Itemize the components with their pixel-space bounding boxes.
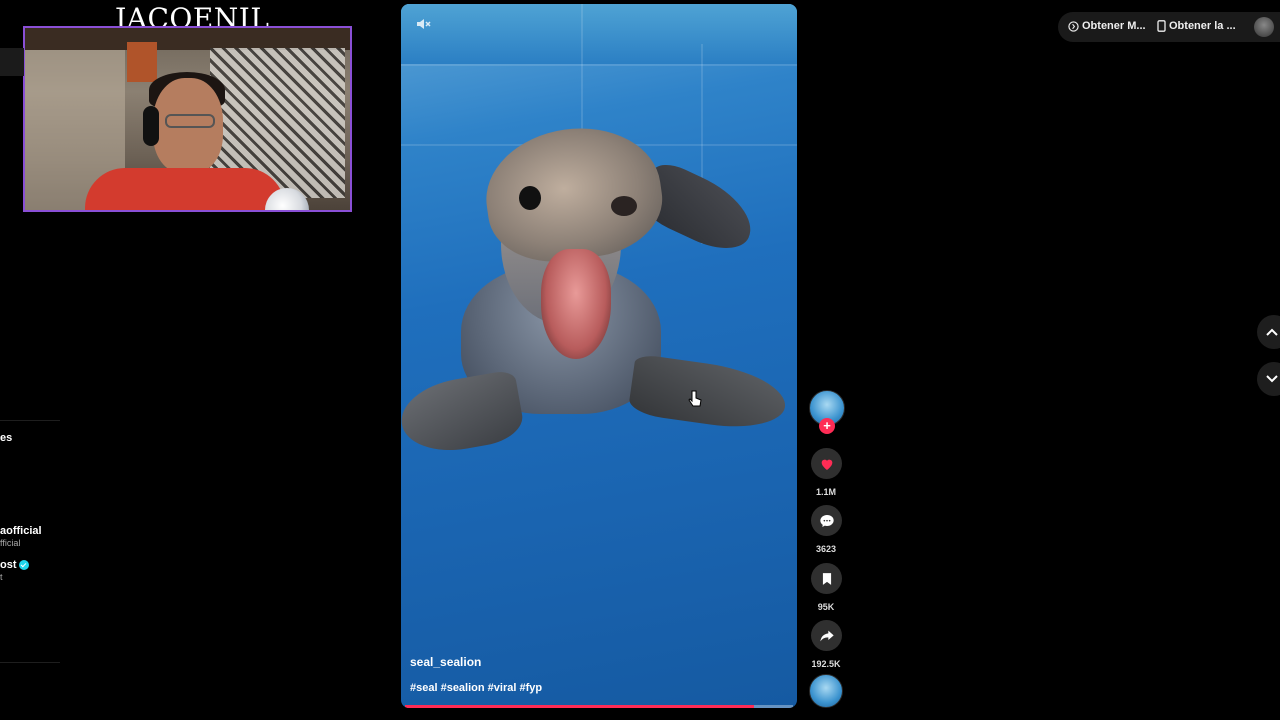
video-progress-bar[interactable] xyxy=(405,705,793,708)
sidebar-partial-item[interactable] xyxy=(0,48,24,76)
share-count: 192.5K xyxy=(811,659,841,669)
video-player[interactable]: seal_sealion #seal #sealion #viral #fyp xyxy=(401,4,797,708)
phone-icon xyxy=(1157,20,1166,32)
verified-icon xyxy=(18,560,29,571)
sidebar-account-handle: fficial xyxy=(0,538,21,548)
sidebar-account-label: ost xyxy=(0,559,17,571)
sidebar-account-name[interactable]: aofficial xyxy=(0,525,42,537)
get-coins-link[interactable]: Obtener M... xyxy=(1068,20,1146,32)
follow-plus-icon[interactable]: + xyxy=(819,418,835,434)
coin-icon xyxy=(1068,20,1079,32)
save-count: 95K xyxy=(817,602,835,612)
sidebar-divider xyxy=(0,420,60,421)
sidebar-account-handle: t xyxy=(0,572,3,582)
comment-icon xyxy=(819,514,834,527)
like-count: 1.1M xyxy=(815,487,836,497)
mouse-cursor-icon xyxy=(688,390,702,407)
next-video-button[interactable] xyxy=(1257,362,1280,396)
get-coins-label: Obtener M... xyxy=(1082,20,1146,32)
video-hashtags[interactable]: #seal #sealion #viral #fyp xyxy=(410,682,542,694)
chevron-down-icon xyxy=(1266,375,1278,383)
webcam-feed xyxy=(23,26,352,212)
sidebar-divider xyxy=(0,662,60,663)
sidebar-fragment-label[interactable]: es xyxy=(0,432,12,444)
profile-avatar[interactable] xyxy=(1254,17,1274,37)
comment-count: 3623 xyxy=(815,544,837,554)
video-author[interactable]: seal_sealion xyxy=(410,655,481,669)
chevron-up-icon xyxy=(1266,328,1278,336)
heart-icon xyxy=(821,459,832,470)
comment-button[interactable] xyxy=(811,505,842,536)
mute-icon[interactable] xyxy=(415,16,431,32)
bookmark-icon xyxy=(822,572,831,585)
get-app-link[interactable]: Obtener la ... xyxy=(1157,20,1236,32)
sidebar-account-name[interactable]: ost xyxy=(0,559,29,571)
share-button[interactable] xyxy=(811,620,842,651)
previous-video-button[interactable] xyxy=(1257,315,1280,349)
get-app-label: Obtener la ... xyxy=(1169,20,1236,32)
sound-avatar[interactable] xyxy=(809,674,843,708)
save-button[interactable] xyxy=(811,563,842,594)
share-icon xyxy=(819,630,834,641)
video-progress-fill xyxy=(405,705,755,708)
like-button[interactable] xyxy=(811,448,842,479)
